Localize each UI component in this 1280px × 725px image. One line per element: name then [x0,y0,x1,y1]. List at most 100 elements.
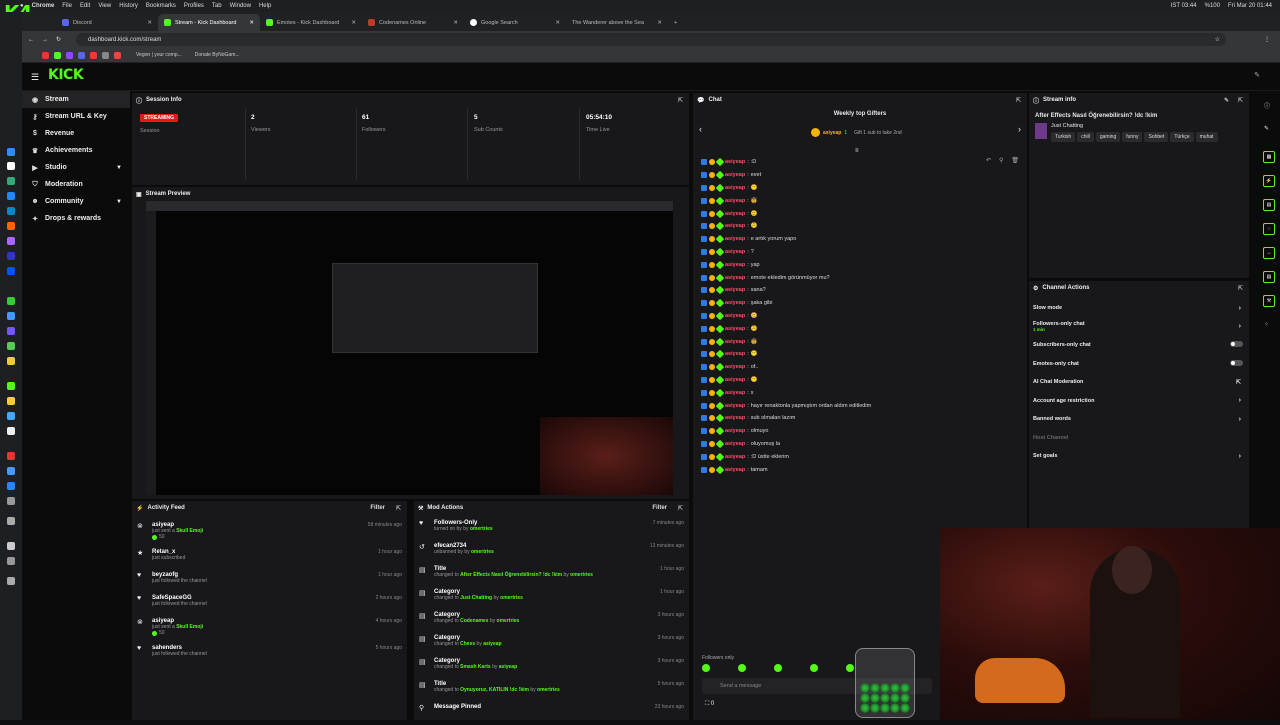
chat-message[interactable]: asiyeap: 😶 [693,182,1027,195]
emote-icon[interactable] [738,664,746,672]
app-icon[interactable] [7,312,15,320]
chat-message[interactable]: asiyeap: emote ekledim görünmüyor mu? [693,271,1027,284]
pencil-icon[interactable]: ✎ [1254,71,1260,79]
pin-toggle-icon[interactable]: ≡ [855,148,859,154]
chat-username[interactable]: asiyeap [725,351,745,357]
menu-file[interactable]: File [62,3,72,9]
chat-username[interactable]: asiyeap [725,390,745,396]
url-input[interactable]: dashboard.kick.com/stream [76,33,1226,46]
chat-message[interactable]: asiyeap: 🙂 [693,310,1027,323]
close-icon[interactable]: ✕ [657,20,662,26]
chat-username[interactable]: asiyeap [725,313,745,319]
filter-button[interactable]: Filter [652,505,667,511]
chat-message[interactable]: asiyeap: oluyomuş la [693,438,1027,451]
menu-bookmarks[interactable]: Bookmarks [146,3,176,9]
app-icon[interactable] [7,357,15,365]
menu-help[interactable]: Help [259,3,271,9]
chat-message[interactable]: asiyeap: 🙃 [693,220,1027,233]
finder-icon[interactable] [7,148,15,156]
chat-message[interactable]: asiyeap: 😶 [693,374,1027,387]
tab-stream[interactable]: Stream - Kick Dashboard ✕ [158,14,260,31]
pencil-icon[interactable]: ✎ [1224,97,1229,104]
chat-username[interactable]: asiyeap [725,172,745,178]
sidebar-item-revenue[interactable]: $ Revenue [22,125,130,142]
bookmark-icon[interactable] [42,51,49,59]
channel-action-8[interactable]: Set goals › [1029,447,1249,466]
chat-message[interactable]: asiyeap: :D üstte eklerim [693,450,1027,463]
channel-action-4[interactable]: AI Chat Moderation ⇱ [1029,373,1249,392]
forward-icon[interactable]: → [42,37,48,43]
tab-emotes[interactable]: Emotes - Kick Dashboard ✕ [260,14,362,31]
app-icon[interactable] [7,497,15,505]
chat-username[interactable]: asiyeap [725,198,745,204]
chat-message[interactable]: asiyeap: ? [693,246,1027,259]
sidebar-item-studio[interactable]: ▶ Studio ▼ [22,159,130,176]
tab-discord[interactable]: Discord ✕ [56,14,158,31]
tag[interactable]: chill [1077,132,1094,142]
channel-action-6[interactable]: Banned words › [1029,410,1249,429]
tag[interactable]: gaming [1095,132,1121,142]
star-icon[interactable]: ☆ [1215,36,1220,43]
menu-history[interactable]: History [119,3,138,9]
emote-icon[interactable] [774,664,782,672]
bookmark-icon[interactable] [90,51,97,59]
close-icon[interactable]: ✕ [147,20,152,26]
chat-username[interactable]: asiyeap [725,211,745,217]
chat-username[interactable]: asiyeap [725,428,745,434]
chat-message[interactable]: asiyeap: sub olmaları lazım [693,412,1027,425]
expand-icon[interactable]: ↔ [1263,247,1275,259]
chat-message[interactable]: asiyeap: 🤠 [693,335,1027,348]
tab-wanderer[interactable]: The Wanderer above the Sea ✕ [566,14,668,31]
chat-message[interactable]: asiyeap: tamam [693,463,1027,476]
channel-action-7[interactable]: Host Channel [1029,429,1249,448]
close-icon[interactable]: ✕ [555,20,560,26]
bookmark-icon[interactable] [54,51,61,59]
bookmark-icon[interactable] [78,51,85,59]
menu-edit[interactable]: Edit [80,3,90,9]
chat-username[interactable]: asiyeap [725,185,745,191]
tag[interactable]: Turkish [1051,132,1076,142]
chat-message[interactable]: asiyeap: sana? [693,284,1027,297]
menu-view[interactable]: View [98,3,111,9]
app-icon[interactable] [7,162,15,170]
whatsapp-icon[interactable] [7,297,15,305]
doc-icon[interactable]: ▤ [1263,199,1275,211]
emote-icon[interactable] [810,664,818,672]
emote-icon[interactable] [702,664,710,672]
app-icon[interactable] [7,427,15,435]
bolt-icon[interactable]: ⚡ [1263,175,1275,187]
chat-message[interactable]: asiyeap: 🤠 [693,194,1027,207]
chat-message[interactable]: asiyeap: hayır renaktonla yapmıştım orda… [693,399,1027,412]
chat-message[interactable]: asiyeap: of.. [693,361,1027,374]
chat-icon[interactable]: ◌ [1263,223,1275,235]
close-icon[interactable]: ✕ [351,20,356,26]
toggle-switch[interactable] [1230,359,1243,368]
menu-window[interactable]: Window [230,3,251,9]
menu-chrome[interactable]: Chrome [32,3,55,9]
channel-action-5[interactable]: Account age restriction › [1029,392,1249,411]
stream-preview-video[interactable] [146,201,673,495]
menu-profiles[interactable]: Profiles [184,3,204,9]
app-icon[interactable] [7,467,15,475]
kick-icon[interactable] [7,382,15,390]
popout-icon[interactable]: ⇱ [396,505,401,512]
illustrator-icon[interactable] [7,222,15,230]
chat-username[interactable]: asiyeap [725,275,745,281]
category-thumbnail[interactable] [1035,123,1047,139]
popout-icon[interactable]: ⇱ [1016,97,1021,104]
chat-username[interactable]: asiyeap [725,454,745,460]
discord-icon[interactable] [7,327,15,335]
chat-message[interactable]: asiyeap: 🙃 [693,322,1027,335]
chat-username[interactable]: asiyeap [725,223,745,229]
channel-action-2[interactable]: Subscribers-only chat [1029,336,1249,355]
app-icon[interactable] [7,177,15,185]
premiere-icon[interactable] [7,252,15,260]
channel-action-0[interactable]: Slow mode › [1029,299,1249,318]
chat-username[interactable]: asiyeap [725,339,745,345]
chat-username[interactable]: asiyeap [725,441,745,447]
chat-username[interactable]: asiyeap [725,377,745,383]
chat-message[interactable]: asiyeap: e artık yorum yapo [693,233,1027,246]
dots-icon[interactable]: ⁘ [1264,321,1269,328]
chat-message[interactable]: asiyeap: yap [693,258,1027,271]
chat-username[interactable]: asiyeap [725,300,745,306]
